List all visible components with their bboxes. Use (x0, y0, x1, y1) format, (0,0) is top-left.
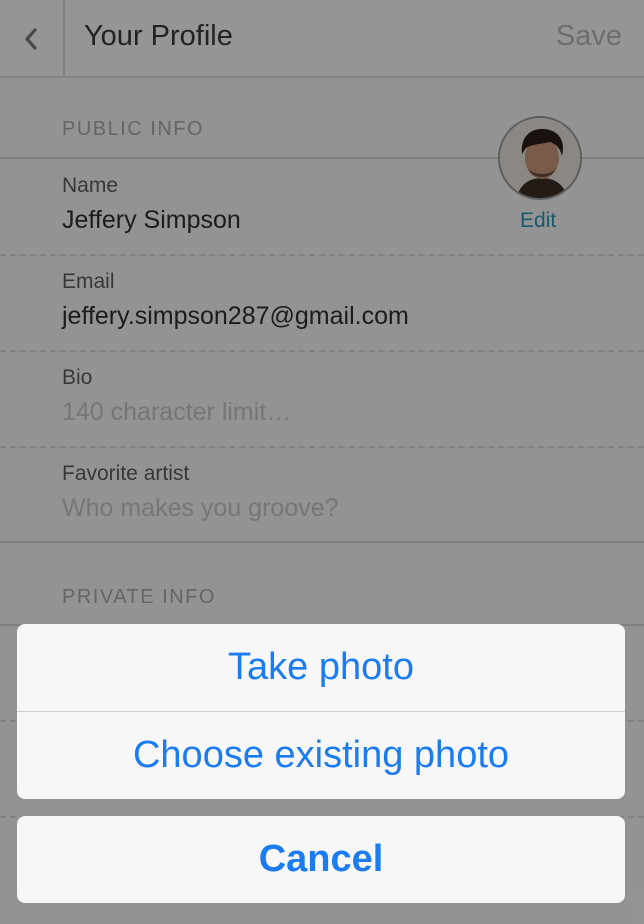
choose-existing-photo-button[interactable]: Choose existing photo (17, 712, 625, 799)
cancel-sheet: Cancel (17, 816, 625, 903)
photo-action-sheet: Take photo Choose existing photo (17, 624, 625, 799)
cancel-button[interactable]: Cancel (17, 816, 625, 903)
take-photo-button[interactable]: Take photo (17, 624, 625, 711)
